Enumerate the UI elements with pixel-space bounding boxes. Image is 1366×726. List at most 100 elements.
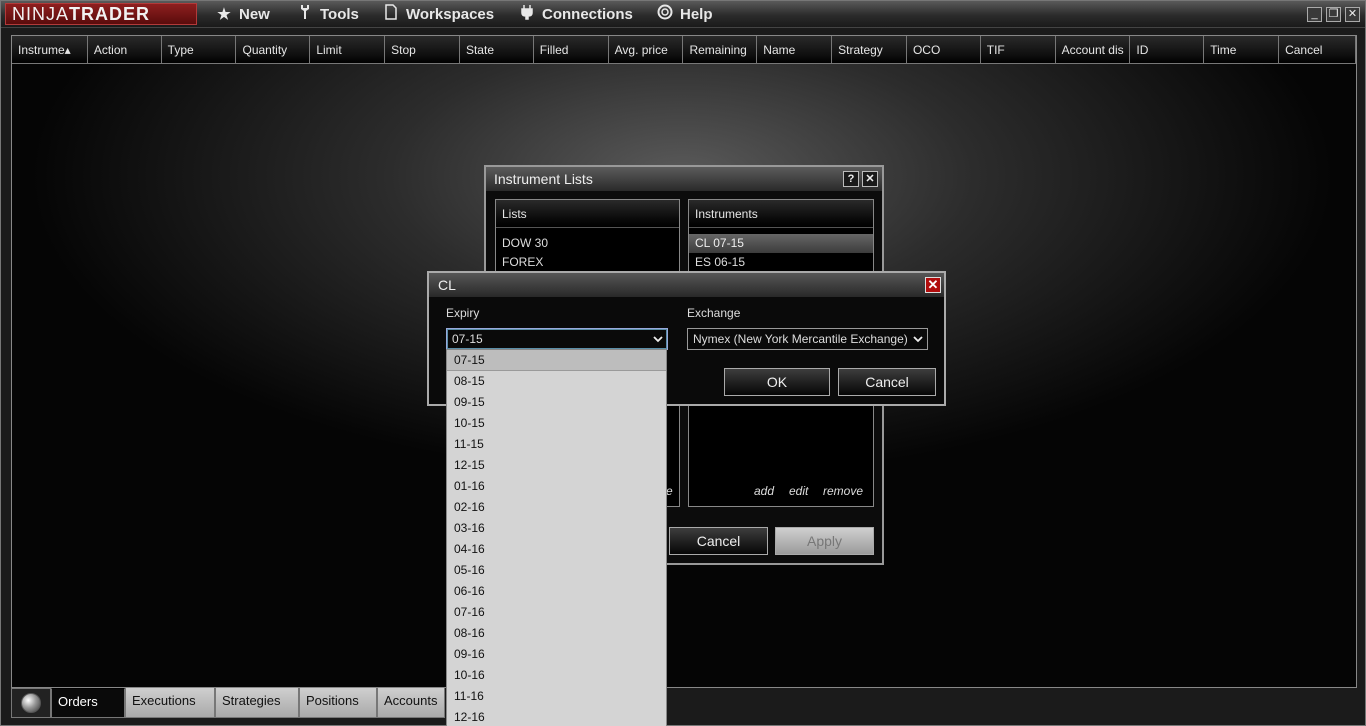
expiry-option[interactable]: 09-16 bbox=[447, 644, 666, 665]
ok-button[interactable]: OK bbox=[724, 368, 830, 396]
minimize-icon: _ bbox=[1311, 8, 1318, 20]
lists-header: Lists bbox=[496, 200, 679, 228]
menu-workspaces-label: Workspaces bbox=[406, 6, 495, 23]
close-icon: ✕ bbox=[927, 277, 939, 292]
list-item[interactable]: DOW 30 bbox=[496, 234, 679, 253]
connection-status-icon bbox=[21, 693, 41, 713]
tab-strategies[interactable]: Strategies bbox=[215, 688, 299, 718]
tab-executions[interactable]: Executions bbox=[125, 688, 215, 718]
tab-positions[interactable]: Positions bbox=[299, 688, 377, 718]
column-header-id[interactable]: ID bbox=[1130, 36, 1205, 64]
cl-dialog-titlebar: CL bbox=[429, 273, 944, 297]
column-header-time[interactable]: Time bbox=[1204, 36, 1280, 64]
add-instrument-link[interactable]: add bbox=[754, 484, 774, 498]
column-header-account-display[interactable]: Account dis bbox=[1055, 36, 1131, 64]
connection-status-button[interactable] bbox=[11, 688, 51, 718]
expiry-option[interactable]: 08-16 bbox=[447, 623, 666, 644]
menu-connections-label: Connections bbox=[542, 6, 633, 23]
column-header-strategy[interactable]: Strategy bbox=[832, 36, 907, 64]
ninjatrader-logo: NINJATRADER bbox=[5, 3, 197, 25]
column-header-quantity[interactable]: Quantity bbox=[236, 36, 311, 64]
column-header-state[interactable]: State bbox=[459, 36, 534, 64]
menu-tools[interactable]: Tools bbox=[296, 5, 359, 25]
expiry-option[interactable]: 01-16 bbox=[447, 476, 666, 497]
star-icon: ★ bbox=[217, 6, 231, 23]
close-icon: ✕ bbox=[1347, 8, 1358, 20]
expiry-option[interactable]: 07-15 bbox=[447, 350, 666, 371]
menu-new-label: New bbox=[239, 6, 270, 23]
expiry-option[interactable]: 08-15 bbox=[447, 371, 666, 392]
logo-text-trader: TRADER bbox=[69, 4, 151, 24]
control-center-menubar: NINJATRADER ★ New Tools Workspaces Conne… bbox=[1, 1, 1365, 28]
wrench-icon bbox=[296, 4, 314, 26]
exchange-select[interactable]: Nymex (New York Mercantile Exchange) bbox=[687, 328, 928, 350]
restore-button[interactable]: ❐ bbox=[1326, 7, 1341, 22]
restore-icon: ❐ bbox=[1328, 8, 1339, 20]
expiry-option[interactable]: 12-15 bbox=[447, 455, 666, 476]
column-header-name[interactable]: Name bbox=[757, 36, 833, 64]
lists-remove-link-partial[interactable]: e bbox=[666, 484, 673, 498]
menu-new[interactable]: ★ New bbox=[215, 5, 270, 25]
instrument-item[interactable]: ES 06-15 bbox=[689, 253, 873, 272]
column-header-remaining[interactable]: Remaining bbox=[683, 36, 758, 64]
help-button[interactable]: ? bbox=[843, 171, 859, 187]
instrument-lists-cancel-button[interactable]: Cancel bbox=[669, 527, 768, 555]
instrument-item[interactable]: CL 07-15 bbox=[689, 234, 873, 253]
remove-instrument-link[interactable]: remove bbox=[823, 484, 863, 498]
column-header-type[interactable]: Type bbox=[161, 36, 237, 64]
orders-grid-header: Instrume▴ Action Type Quantity Limit Sto… bbox=[12, 36, 1356, 64]
column-header-instrument[interactable]: Instrume▴ bbox=[12, 36, 88, 64]
plug-icon bbox=[518, 4, 536, 26]
ninjatrader-window: NINJATRADER ★ New Tools Workspaces Conne… bbox=[0, 0, 1366, 726]
menu-help[interactable]: Help bbox=[656, 4, 713, 26]
column-header-oco[interactable]: OCO bbox=[906, 36, 981, 64]
tab-accounts[interactable]: Accounts bbox=[377, 688, 445, 718]
chevron-down-icon bbox=[913, 329, 923, 356]
apply-button[interactable]: Apply bbox=[775, 527, 874, 555]
column-header-action[interactable]: Action bbox=[87, 36, 162, 64]
column-header-stop[interactable]: Stop bbox=[385, 36, 460, 64]
column-header-cancel[interactable]: Cancel bbox=[1279, 36, 1356, 64]
exchange-selected-value: Nymex (New York Mercantile Exchange) bbox=[693, 332, 908, 346]
column-header-avg-price[interactable]: Avg. price bbox=[608, 36, 684, 64]
tab-orders[interactable]: Orders bbox=[51, 688, 125, 718]
document-icon bbox=[382, 4, 400, 26]
expiry-option[interactable]: 03-16 bbox=[447, 518, 666, 539]
expiry-option[interactable]: 02-16 bbox=[447, 497, 666, 518]
instrument-lists-titlebar: Instrument Lists bbox=[486, 167, 882, 191]
minimize-button[interactable]: _ bbox=[1307, 7, 1322, 22]
expiry-select[interactable]: 07-15 bbox=[446, 328, 668, 350]
expiry-option[interactable]: 10-16 bbox=[447, 665, 666, 686]
column-header-limit[interactable]: Limit bbox=[310, 36, 386, 64]
expiry-option[interactable]: 10-15 bbox=[447, 413, 666, 434]
menu-help-label: Help bbox=[680, 6, 713, 23]
expiry-option[interactable]: 06-16 bbox=[447, 581, 666, 602]
close-icon: ✕ bbox=[865, 173, 875, 185]
instrument-lists-close-button[interactable]: ✕ bbox=[862, 171, 878, 187]
edit-instrument-link[interactable]: edit bbox=[789, 484, 808, 498]
close-window-button[interactable]: ✕ bbox=[1345, 7, 1360, 22]
menu-tools-label: Tools bbox=[320, 6, 359, 23]
help-icon: ? bbox=[847, 173, 855, 185]
expiry-dropdown-list: 07-15 08-15 09-15 10-15 11-15 12-15 01-1… bbox=[446, 349, 667, 726]
column-header-tif[interactable]: TIF bbox=[980, 36, 1056, 64]
list-item[interactable]: FOREX bbox=[496, 253, 679, 272]
logo-text-ninja: NINJA bbox=[12, 4, 70, 24]
bottom-tab-bar: Orders Executions Strategies Positions A… bbox=[11, 688, 445, 718]
column-header-filled[interactable]: Filled bbox=[533, 36, 609, 64]
expiry-option[interactable]: 11-15 bbox=[447, 434, 666, 455]
expiry-option[interactable]: 11-16 bbox=[447, 686, 666, 707]
menu-workspaces[interactable]: Workspaces bbox=[382, 4, 495, 26]
expiry-option[interactable]: 05-16 bbox=[447, 560, 666, 581]
expiry-option[interactable]: 12-16 bbox=[447, 707, 666, 726]
lifebuoy-icon bbox=[656, 4, 674, 26]
expiry-selected-value: 07-15 bbox=[452, 332, 483, 346]
cl-dialog-close-button[interactable]: ✕ bbox=[925, 277, 941, 293]
menu-connections[interactable]: Connections bbox=[518, 5, 633, 25]
expiry-option[interactable]: 09-15 bbox=[447, 392, 666, 413]
expiry-label: Expiry bbox=[446, 306, 480, 320]
cl-cancel-button[interactable]: Cancel bbox=[838, 368, 936, 396]
expiry-option[interactable]: 07-16 bbox=[447, 602, 666, 623]
instrument-lists-title: Instrument Lists bbox=[494, 171, 593, 187]
expiry-option[interactable]: 04-16 bbox=[447, 539, 666, 560]
